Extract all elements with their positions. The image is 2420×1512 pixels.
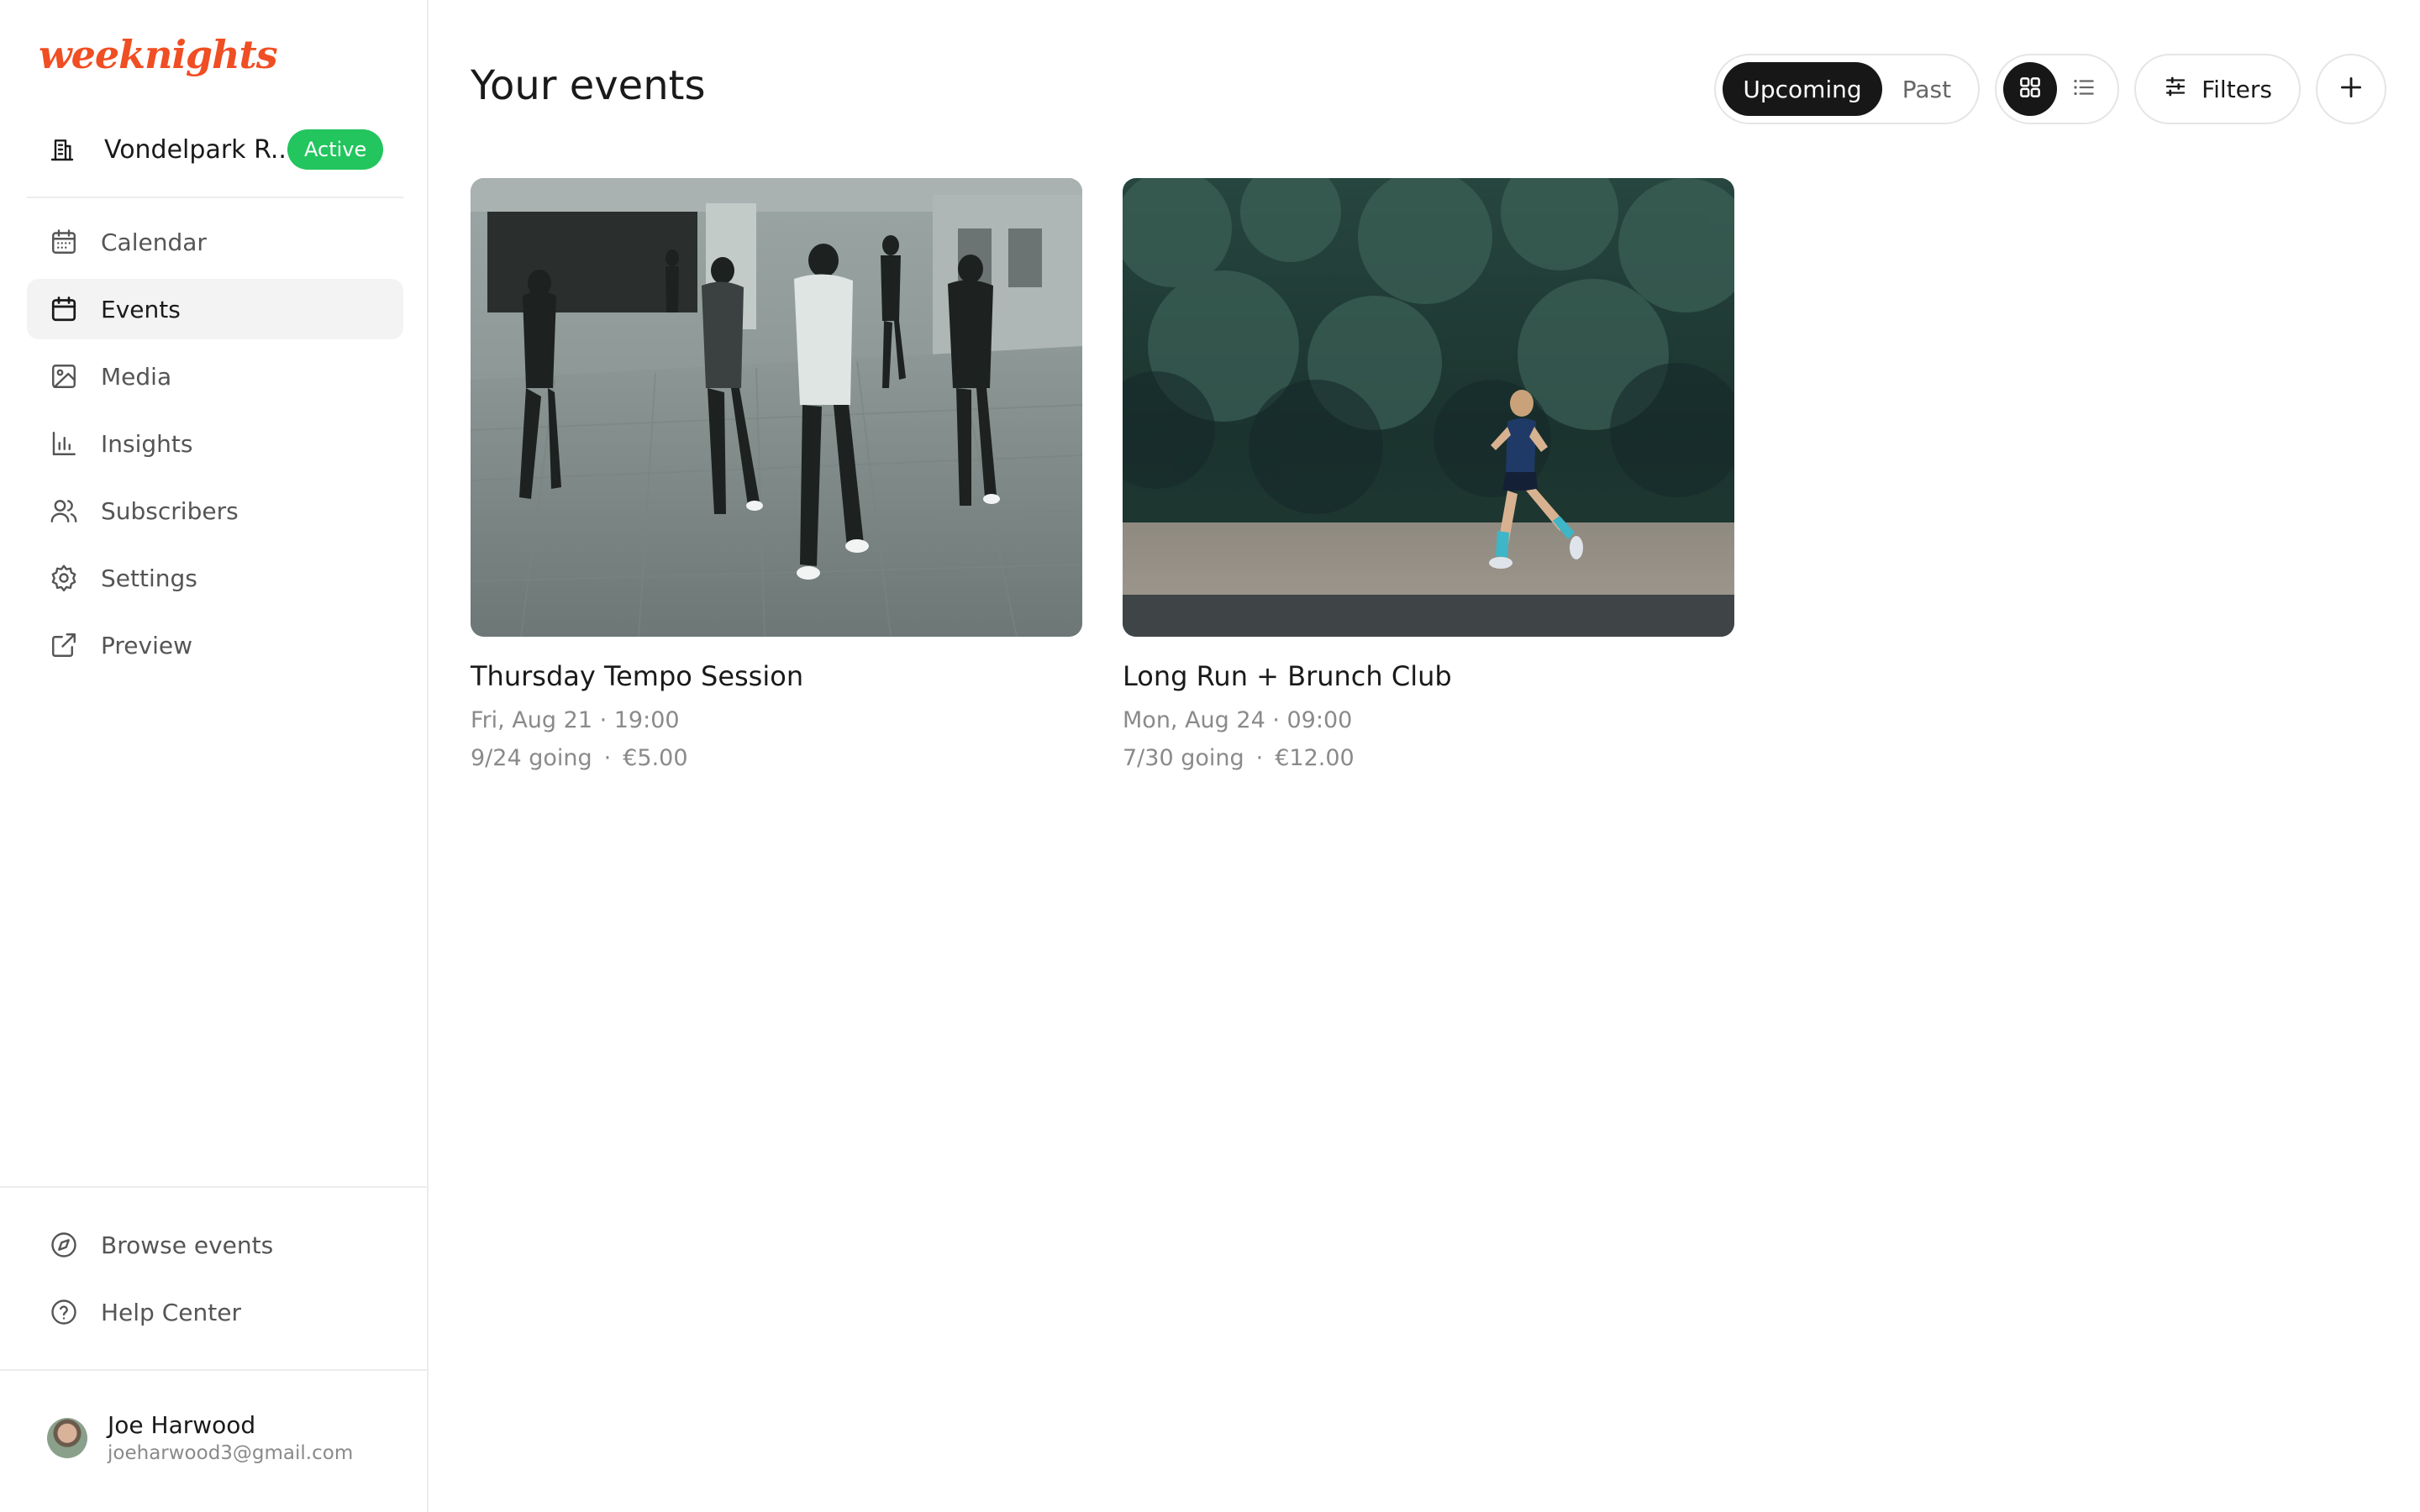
image-icon <box>47 360 81 393</box>
sidebar-item-label: Events <box>101 295 181 323</box>
sidebar-divider <box>0 1186 429 1188</box>
event-price: €12.00 <box>1275 745 1355 771</box>
sidebar-divider <box>27 197 403 198</box>
sidebar-item-label: Subscribers <box>101 496 239 525</box>
view-mode-toggle <box>1995 54 2120 124</box>
list-view-icon <box>2071 75 2096 103</box>
toolbar: Upcoming Past Filters <box>1714 54 2386 124</box>
sidebar-item-label: Insights <box>101 429 193 458</box>
help-circle-icon <box>47 1295 81 1329</box>
event-date: Fri, Aug 21 · 19:00 <box>471 707 680 733</box>
building-icon <box>45 133 79 166</box>
event-image[interactable] <box>471 178 1082 637</box>
sidebar: weeknights Vondelpark R... Active Calend… <box>0 0 429 1512</box>
avatar <box>47 1417 87 1458</box>
filters-label: Filters <box>2202 75 2272 103</box>
grid-view-button[interactable] <box>2003 62 2058 116</box>
filters-button[interactable]: Filters <box>2134 54 2301 124</box>
calendar-grid-icon <box>47 225 81 259</box>
time-filter-segmented: Upcoming Past <box>1714 54 1981 124</box>
meta-separator: · <box>603 745 612 771</box>
page-title: Your events <box>471 62 706 109</box>
tab-upcoming[interactable]: Upcoming <box>1723 62 1882 116</box>
sidebar-item-settings[interactable]: Settings <box>27 548 403 608</box>
event-attendance: 9/24 going <box>471 745 592 771</box>
sidebar-item-subscribers[interactable]: Subscribers <box>27 480 403 541</box>
main-content: Your events Upcoming Past Filters Thursd… <box>430 0 2420 1512</box>
event-meta: 9/24 going · €5.00 <box>471 745 1082 771</box>
user-info: Joe Harwood joeharwood3@gmail.com <box>108 1411 353 1464</box>
event-card[interactable]: Thursday Tempo Session Fri, Aug 21 · 19:… <box>471 178 1082 771</box>
sidebar-item-insights[interactable]: Insights <box>27 413 403 474</box>
event-attendance: 7/30 going <box>1123 745 1244 771</box>
brand-logo[interactable]: weeknights <box>39 32 278 77</box>
status-badge: Active <box>287 129 384 170</box>
gear-icon <box>47 561 81 595</box>
compass-icon <box>47 1228 81 1262</box>
sidebar-divider <box>0 1369 429 1371</box>
tab-past[interactable]: Past <box>1882 62 1971 116</box>
events-grid: Thursday Tempo Session Fri, Aug 21 · 19:… <box>471 178 1775 771</box>
event-image[interactable] <box>1123 178 1734 637</box>
event-date: Mon, Aug 24 · 09:00 <box>1123 707 1353 733</box>
user-name: Joe Harwood <box>108 1411 256 1439</box>
sidebar-item-label: Browse events <box>101 1231 274 1259</box>
event-price: €5.00 <box>623 745 688 771</box>
sidebar-item-browse-events[interactable]: Browse events <box>27 1215 403 1275</box>
meta-separator: · <box>1255 745 1264 771</box>
sidebar-item-events[interactable]: Events <box>27 279 403 339</box>
event-title: Long Run + Brunch Club <box>1123 660 1452 692</box>
external-link-icon <box>47 628 81 662</box>
sidebar-item-label: Calendar <box>101 228 207 256</box>
event-meta: 7/30 going · €12.00 <box>1123 745 1734 771</box>
users-icon <box>47 494 81 528</box>
sidebar-item-label: Help Center <box>101 1298 241 1326</box>
workspace-switcher[interactable]: Vondelpark R... Active <box>27 126 403 173</box>
sidebar-item-label: Settings <box>101 564 197 592</box>
grid-view-icon <box>2018 75 2043 103</box>
event-title: Thursday Tempo Session <box>471 660 804 692</box>
user-email: joeharwood3@gmail.com <box>108 1442 354 1464</box>
user-profile[interactable]: Joe Harwood joeharwood3@gmail.com <box>47 1411 353 1464</box>
event-card[interactable]: Long Run + Brunch Club Mon, Aug 24 · 09:… <box>1123 178 1734 771</box>
sliders-icon <box>2163 74 2188 105</box>
bar-chart-icon <box>47 427 81 460</box>
sidebar-item-preview[interactable]: Preview <box>27 615 403 675</box>
list-view-button[interactable] <box>2057 62 2111 116</box>
sidebar-nav: Calendar Events Media Insights Subscribe… <box>27 212 403 682</box>
calendar-icon <box>47 292 81 326</box>
add-event-button[interactable] <box>2316 54 2386 124</box>
workspace-name: Vondelpark R... <box>104 134 295 165</box>
sidebar-item-label: Preview <box>101 631 192 659</box>
sidebar-item-media[interactable]: Media <box>27 346 403 407</box>
sidebar-item-label: Media <box>101 362 172 391</box>
sidebar-item-calendar[interactable]: Calendar <box>27 212 403 272</box>
app-root: weeknights Vondelpark R... Active Calend… <box>0 0 2420 1512</box>
sidebar-item-help-center[interactable]: Help Center <box>27 1282 403 1342</box>
plus-icon <box>2337 73 2365 105</box>
sidebar-bottom-nav: Browse events Help Center <box>27 1215 403 1349</box>
